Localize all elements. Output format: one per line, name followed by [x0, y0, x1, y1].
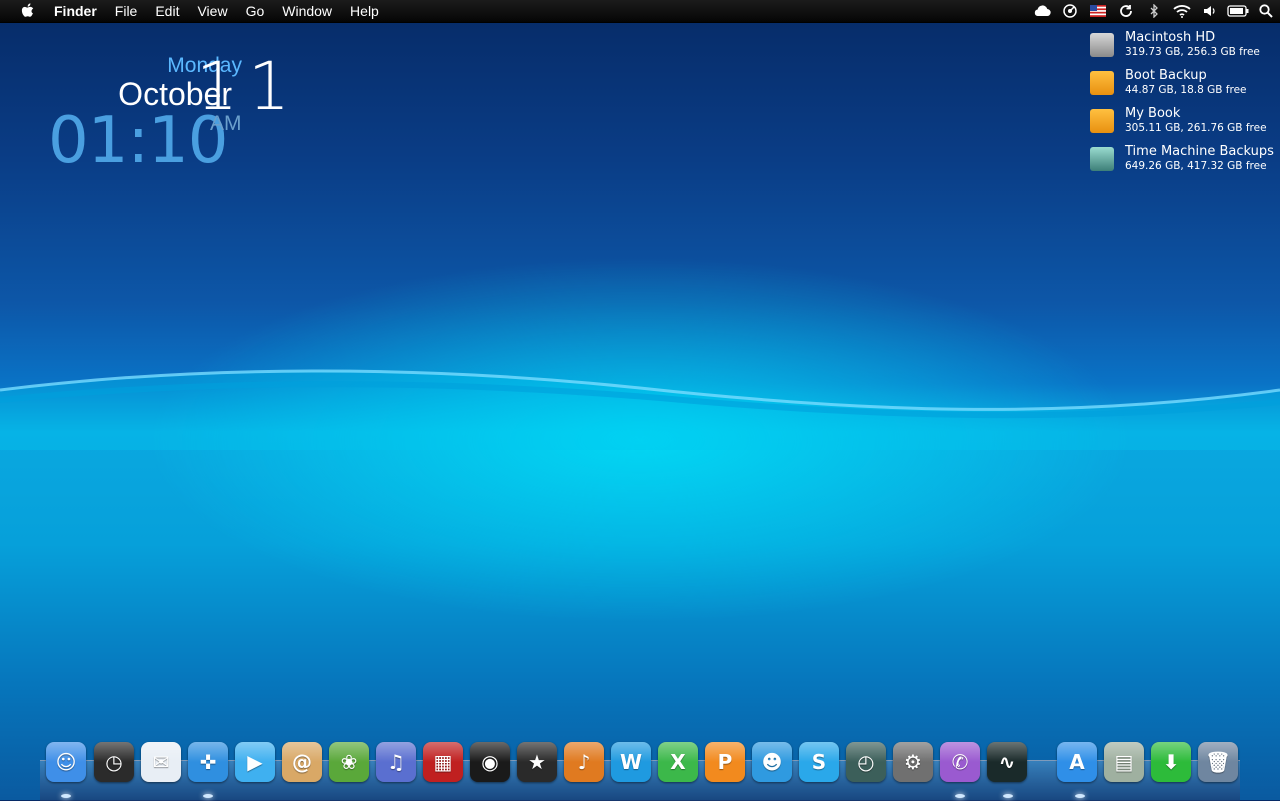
- safari-icon[interactable]: ✜: [188, 742, 228, 782]
- volume-icon[interactable]: [1196, 0, 1224, 22]
- dock-glyph: X: [670, 750, 686, 774]
- dock-glyph: @: [292, 750, 312, 774]
- cloud-icon[interactable]: [1028, 0, 1056, 22]
- messenger-icon[interactable]: ☻: [752, 742, 792, 782]
- sync-icon[interactable]: [1112, 0, 1140, 22]
- powerpoint-icon[interactable]: P: [705, 742, 745, 782]
- hard-drive-icon: [1090, 33, 1114, 57]
- dock-glyph: ★: [528, 750, 546, 774]
- iphoto-icon[interactable]: ❀: [329, 742, 369, 782]
- documents-stack-icon[interactable]: ▤: [1104, 742, 1144, 782]
- dock-glyph: ◉: [481, 750, 499, 774]
- menu-extras: [1028, 0, 1280, 22]
- disk-item[interactable]: Boot Backup 44.87 GB, 18.8 GB free: [1088, 68, 1278, 106]
- dock-glyph: A: [1069, 750, 1085, 774]
- itunes-icon[interactable]: ♫: [376, 742, 416, 782]
- disk-item[interactable]: My Book 305.11 GB, 261.76 GB free: [1088, 106, 1278, 144]
- dock-glyph: ♫: [387, 750, 405, 774]
- dock-glyph: ☻: [761, 750, 783, 774]
- menu-view[interactable]: View: [197, 3, 227, 19]
- menu-window[interactable]: Window: [282, 3, 332, 19]
- dock-glyph: ▶: [247, 750, 263, 774]
- disk-item[interactable]: Macintosh HD 319.73 GB, 256.3 GB free: [1088, 30, 1278, 68]
- clock-ampm: AM: [210, 112, 242, 135]
- wallpaper-wave: [0, 369, 1280, 450]
- wifi-icon[interactable]: [1168, 0, 1196, 22]
- skype-icon[interactable]: S: [799, 742, 839, 782]
- dock-glyph: ✜: [199, 750, 217, 774]
- dashboard-icon[interactable]: ◷: [94, 742, 134, 782]
- dock-glyph: ❀: [340, 750, 358, 774]
- menu-edit[interactable]: Edit: [155, 3, 179, 19]
- disk-usage-widget: Macintosh HD 319.73 GB, 256.3 GB free Bo…: [1088, 30, 1278, 182]
- dock-glyph: ⬇: [1162, 750, 1180, 774]
- ichat-icon[interactable]: ✆: [940, 742, 980, 782]
- bluetooth-icon[interactable]: [1140, 0, 1168, 22]
- running-indicator: [61, 794, 71, 798]
- dock-glyph: 🗑: [1205, 750, 1231, 774]
- running-indicator: [1003, 794, 1013, 798]
- dock-glyph: P: [717, 750, 733, 774]
- system-preferences-icon[interactable]: ⚙: [893, 742, 933, 782]
- trash-icon[interactable]: 🗑: [1198, 742, 1238, 782]
- dock-glyph: ✉: [152, 750, 170, 774]
- garageband-icon[interactable]: ♪: [564, 742, 604, 782]
- excel-icon[interactable]: X: [658, 742, 698, 782]
- time-machine-drive-icon: [1090, 147, 1114, 171]
- downloads-stack-icon[interactable]: ⬇: [1151, 742, 1191, 782]
- external-drive-icon: [1090, 71, 1114, 95]
- menu-go[interactable]: Go: [246, 3, 265, 19]
- dock-glyph: W: [619, 750, 643, 774]
- dock-glyph: ∿: [998, 750, 1016, 774]
- dock-glyph: ▤: [1114, 750, 1134, 774]
- running-indicator: [203, 794, 213, 798]
- dock-glyph: ⚙: [904, 750, 922, 774]
- time-machine-icon[interactable]: ◴: [846, 742, 886, 782]
- menu-help[interactable]: Help: [350, 3, 379, 19]
- disk-item[interactable]: Time Machine Backups 649.26 GB, 417.32 G…: [1088, 144, 1278, 182]
- mail-icon[interactable]: ✉: [141, 742, 181, 782]
- running-indicator: [1075, 794, 1085, 798]
- running-indicator: [955, 794, 965, 798]
- activity-monitor-icon[interactable]: ∿: [987, 742, 1027, 782]
- address-book-icon[interactable]: @: [282, 742, 322, 782]
- dock-glyph: ✆: [951, 750, 969, 774]
- word-icon[interactable]: W: [611, 742, 651, 782]
- dock-glyph: ♪: [577, 750, 591, 774]
- photo-booth-icon[interactable]: ▦: [423, 742, 463, 782]
- facetime-icon[interactable]: ▶: [235, 742, 275, 782]
- finder-icon[interactable]: ☺: [46, 742, 86, 782]
- imovie-icon[interactable]: ★: [517, 742, 557, 782]
- external-drive-icon: [1090, 109, 1114, 133]
- spotlight-search-icon[interactable]: [1252, 0, 1280, 22]
- dock-glyph: S: [811, 750, 827, 774]
- app-store-icon[interactable]: A: [1057, 742, 1097, 782]
- dock: ☺ ◷ ✉ ✜ ▶ @ ❀ ♫ ▦ ◉ ★ ♪ W X P ☻ S ◴ ⚙ ✆ ∿ A ▤ ⬇ 🗑: [0, 742, 1280, 800]
- dock-glyph: ☺: [55, 750, 77, 774]
- battery-icon[interactable]: [1224, 0, 1252, 22]
- us-flag-icon[interactable]: [1084, 0, 1112, 22]
- clock-widget: Monday October 11 01:10 AM: [48, 48, 290, 178]
- clock-time: 01:10: [48, 104, 228, 178]
- radar-icon[interactable]: [1056, 0, 1084, 22]
- aperture-icon[interactable]: ◉: [470, 742, 510, 782]
- dock-glyph: ◴: [857, 750, 875, 774]
- menu-finder[interactable]: Finder: [54, 3, 97, 19]
- menu-bar: Finder File Edit View Go Window Help: [0, 0, 1280, 23]
- dock-glyph: ◷: [105, 750, 123, 774]
- menu-file[interactable]: File: [115, 3, 138, 19]
- dock-glyph: ▦: [433, 750, 453, 774]
- apple-menu-icon[interactable]: [18, 3, 38, 19]
